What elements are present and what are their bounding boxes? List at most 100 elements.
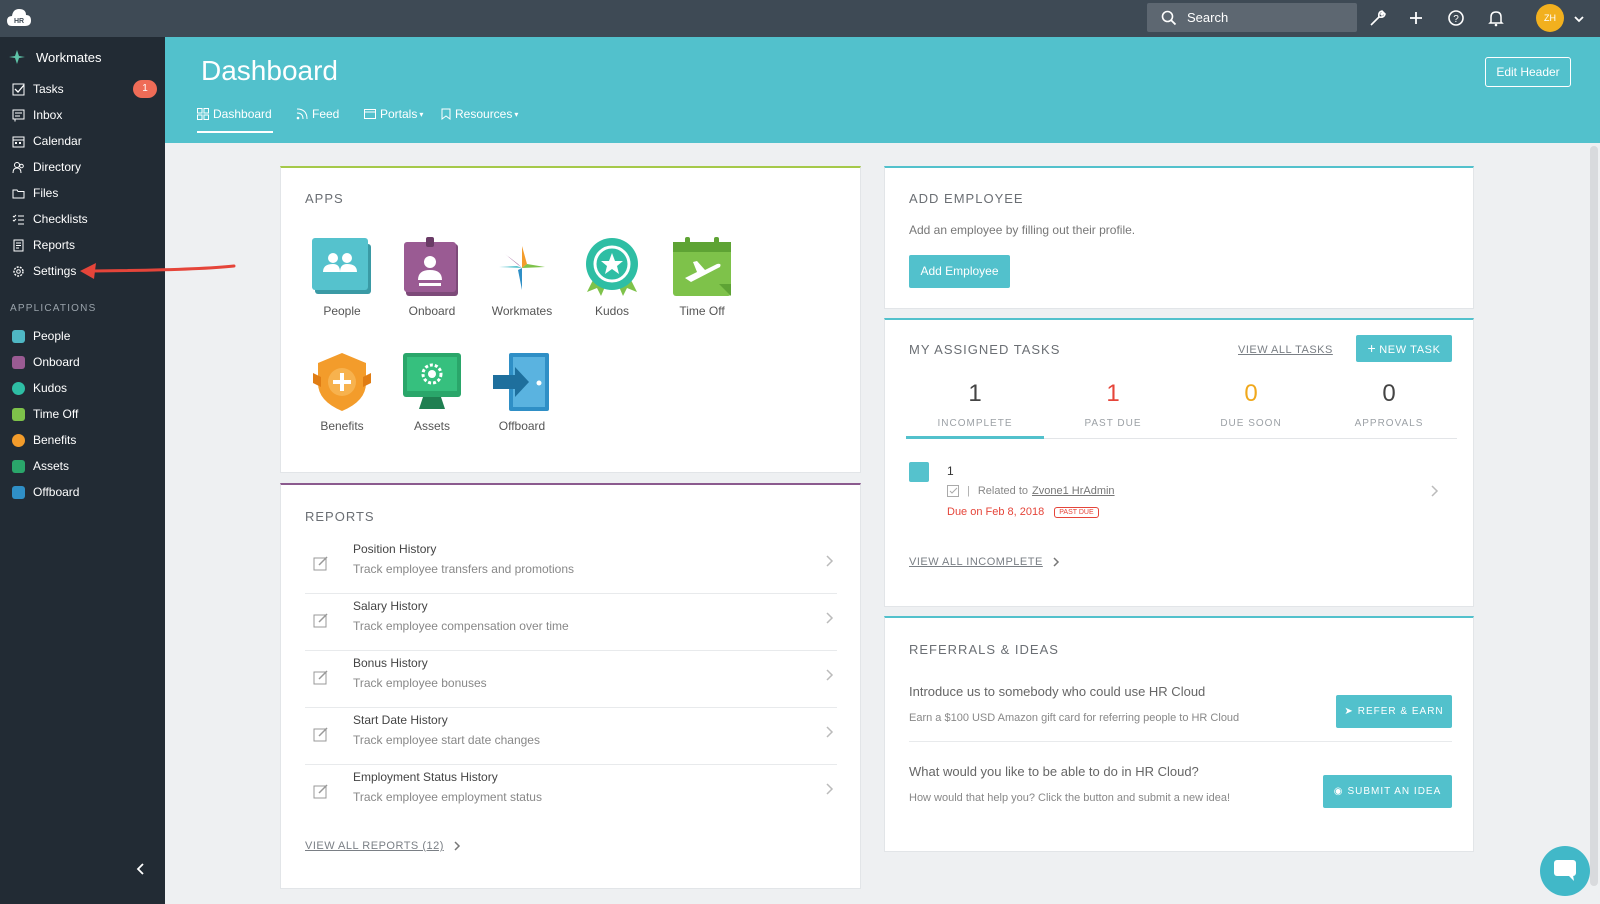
stat-number: 0	[1244, 380, 1258, 407]
report-title: Employment Status History	[353, 770, 498, 784]
related-user-link[interactable]: Zvone1 HrAdmin	[1032, 485, 1115, 497]
stat-due-soon[interactable]: 0 DUE SOON	[1182, 380, 1320, 429]
collapse-sidebar-icon[interactable]	[134, 862, 148, 876]
tab-feed[interactable]: Feed	[296, 107, 339, 133]
report-title: Salary History	[353, 599, 428, 613]
app-label: Assets	[413, 419, 450, 433]
sidebar-app-kudos[interactable]: Kudos	[0, 376, 165, 400]
app-label: Kudos	[594, 304, 630, 318]
report-title: Bonus History	[353, 656, 428, 670]
applications-heading: APPLICATIONS	[10, 303, 97, 314]
tab-label: Feed	[312, 107, 340, 121]
app-label: Workmates	[491, 304, 553, 318]
report-row-salary-history[interactable]: Salary History Track employee compensati…	[305, 594, 837, 651]
sidebar-app-assets[interactable]: Assets	[0, 454, 165, 478]
app-time-off[interactable]: Time Off	[657, 236, 747, 318]
sidebar-app-onboard[interactable]: Onboard	[0, 350, 165, 374]
view-all-tasks-link[interactable]: VIEW ALL TASKS	[1238, 344, 1333, 356]
app-people[interactable]: People	[297, 236, 387, 318]
app-offboard[interactable]: Offboard	[477, 351, 567, 433]
new-task-label: NEW TASK	[1379, 344, 1441, 356]
sidebar-app-time-off[interactable]: Time Off	[0, 402, 165, 426]
apps-card: APPS People Onboard Workmates Kudos Time…	[280, 166, 861, 473]
wrench-icon[interactable]	[1368, 8, 1388, 28]
app-benefits[interactable]: Benefits	[297, 351, 387, 433]
stat-label: PAST DUE	[1084, 418, 1142, 429]
referrals-card: REFERRALS & IDEAS Introduce us to somebo…	[884, 616, 1474, 852]
report-description: Track employee start date changes	[353, 733, 540, 747]
referrals-title: REFERRALS & IDEAS	[909, 642, 1059, 657]
annotation-arrow-icon	[80, 263, 236, 279]
page-title: Dashboard	[201, 55, 338, 86]
idea-description: How would that help you? Click the butto…	[909, 792, 1231, 804]
app-label: Time Off	[679, 304, 725, 318]
caret-down-icon: ▾	[514, 110, 519, 119]
tab-label: Dashboard	[213, 107, 272, 121]
reports-card: REPORTS Position History Track employee …	[280, 483, 861, 889]
chat-button[interactable]	[1540, 846, 1590, 896]
search-input[interactable]: Search	[1147, 3, 1357, 32]
stat-label: APPROVALS	[1354, 418, 1424, 429]
sidebar-item-files[interactable]: Files	[0, 181, 165, 205]
app-kudos[interactable]: Kudos	[567, 236, 657, 318]
submit-idea-button[interactable]: ◉ SUBMIT AN IDEA	[1323, 775, 1452, 808]
sidebar-item-label: Assets	[33, 459, 70, 473]
app-onboard[interactable]: Onboard	[387, 236, 477, 318]
sidebar-item-inbox[interactable]: Inbox	[0, 103, 165, 127]
workmates-brand[interactable]: Workmates	[8, 46, 102, 68]
edit-header-button[interactable]: Edit Header	[1485, 57, 1571, 87]
sidebar-item-label: People	[33, 329, 71, 343]
app-assets[interactable]: Assets	[387, 351, 477, 433]
chevron-down-icon[interactable]	[1572, 12, 1586, 26]
hr-cloud-logo[interactable]: HR	[6, 6, 32, 30]
app-workmates[interactable]: Workmates	[477, 236, 567, 318]
people-app-icon	[909, 462, 929, 482]
page-scrollbar[interactable]	[1590, 146, 1598, 886]
workmates-icon	[9, 50, 25, 64]
report-row-position-history[interactable]: Position History Track employee transfer…	[305, 537, 837, 594]
tab-resources[interactable]: Resources ▾	[441, 107, 518, 133]
tab-portals[interactable]: Portals ▾	[364, 107, 423, 133]
report-row-start-date-history[interactable]: Start Date History Track employee start …	[305, 708, 837, 765]
sidebar-app-offboard[interactable]: Offboard	[0, 480, 165, 504]
stat-past-due[interactable]: 1 PAST DUE	[1044, 380, 1182, 429]
view-all-incomplete-link[interactable]: VIEW ALL INCOMPLETE	[909, 556, 1061, 568]
add-employee-description: Add an employee by filling out their pro…	[909, 223, 1136, 237]
sidebar-item-checklists[interactable]: Checklists	[0, 207, 165, 231]
separator: |	[967, 485, 970, 497]
report-row-bonus-history[interactable]: Bonus History Track employee bonuses	[305, 651, 837, 708]
due-date: Due on Feb 8, 2018	[947, 506, 1045, 518]
chevron-right-icon	[826, 783, 834, 795]
task-item[interactable]: 1 | Related to Zvone1 HrAdmin Due on Feb…	[909, 460, 1449, 530]
plus-icon[interactable]	[1406, 8, 1426, 28]
sidebar-item-tasks[interactable]: Tasks 1	[0, 77, 165, 101]
sidebar-app-people[interactable]: People	[0, 324, 165, 348]
sidebar-item-directory[interactable]: Directory	[0, 155, 165, 179]
add-employee-button[interactable]: Add Employee	[909, 255, 1010, 288]
stat-approvals[interactable]: 0 APPROVALS	[1320, 380, 1458, 429]
lightbulb-icon: ◉	[1333, 786, 1344, 797]
edit-report-icon	[313, 727, 328, 742]
dashboard-header: Dashboard Edit Header Dashboard Feed Por…	[165, 37, 1600, 143]
avatar[interactable]: ZH	[1536, 4, 1564, 32]
bell-icon[interactable]	[1486, 8, 1506, 28]
sidebar-item-label: Benefits	[33, 433, 77, 447]
svg-text:?: ?	[1453, 14, 1459, 25]
new-task-button[interactable]: + NEW TASK	[1356, 335, 1452, 362]
refer-earn-button[interactable]: ➤ REFER & EARN	[1336, 695, 1452, 728]
tab-label: Portals	[380, 107, 418, 121]
tab-label: Resources	[455, 107, 513, 121]
help-icon[interactable]: ?	[1446, 8, 1466, 28]
report-icon	[11, 238, 25, 252]
sidebar-item-label: Inbox	[33, 108, 63, 122]
report-row-employment-status-history[interactable]: Employment Status History Track employee…	[305, 765, 837, 822]
benefits-app-icon	[11, 433, 25, 447]
view-all-reports-link[interactable]: VIEW ALL REPORTS (12)	[305, 840, 462, 852]
chevron-right-icon	[826, 726, 834, 738]
sidebar-item-calendar[interactable]: Calendar	[0, 129, 165, 153]
checkbox-icon	[947, 485, 959, 497]
tab-dashboard[interactable]: Dashboard	[197, 107, 273, 133]
sidebar-app-benefits[interactable]: Benefits	[0, 428, 165, 452]
report-title: Start Date History	[353, 713, 448, 727]
stat-incomplete[interactable]: 1 INCOMPLETE	[906, 380, 1044, 429]
